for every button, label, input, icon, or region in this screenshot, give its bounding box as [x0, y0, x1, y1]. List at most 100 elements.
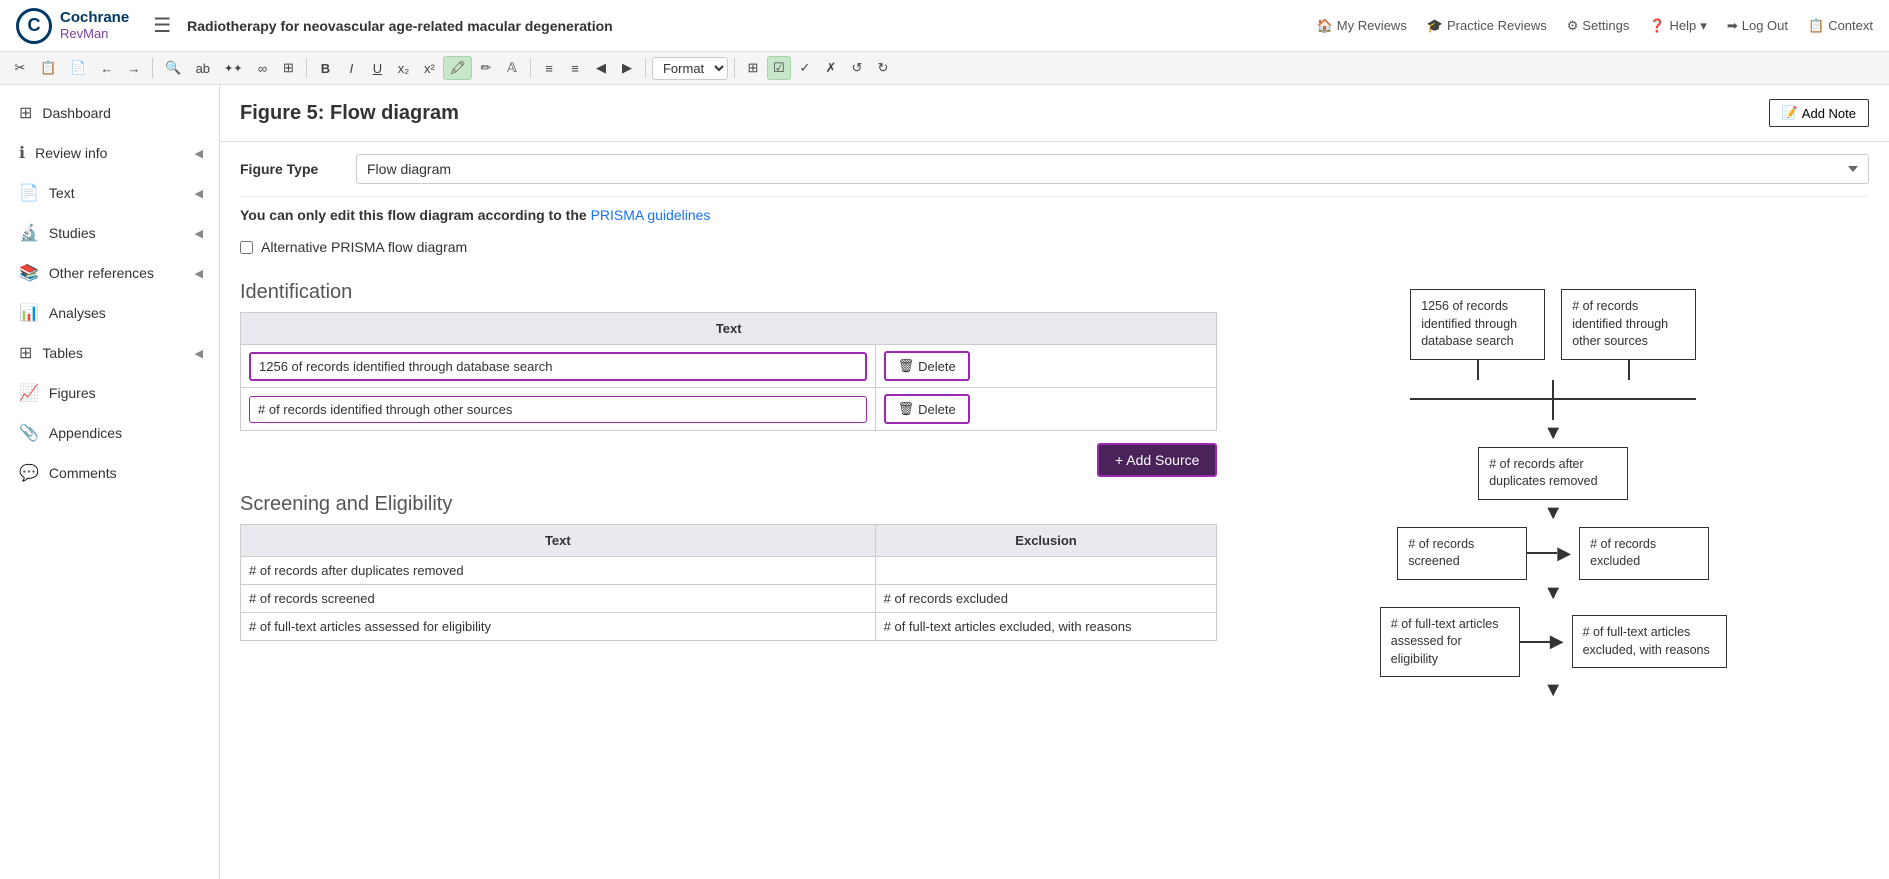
- toolbar-icon1[interactable]: ⊞: [741, 56, 765, 80]
- screen-text-header: Text: [241, 525, 876, 557]
- nav-my-reviews[interactable]: 🏠 My Reviews: [1317, 18, 1407, 34]
- toolbar-icon5[interactable]: ↺: [845, 56, 869, 80]
- toolbar-cut[interactable]: ✂: [8, 56, 32, 80]
- id-row1-delete-button[interactable]: 🗑 Delete: [884, 351, 970, 381]
- arrow-to-dup: ▼: [1237, 422, 1869, 445]
- screen-row2-text: # of records screened: [241, 585, 876, 613]
- toolbar-sep5: [734, 58, 735, 78]
- review-title: Radiotherapy for neovascular age-related…: [187, 18, 1316, 34]
- toolbar-list-ul[interactable]: ≡: [537, 57, 561, 80]
- nav-logout[interactable]: ➡ Log Out: [1727, 18, 1788, 34]
- diagram-area: 1256 of records identified through datab…: [1237, 269, 1869, 724]
- sidebar-item-other-refs[interactable]: 📚 Other references ◀: [0, 253, 219, 293]
- toolbar-superscript[interactable]: x²: [417, 57, 441, 80]
- toolbar-icon2[interactable]: ☑: [767, 56, 791, 80]
- toolbar-underline[interactable]: U: [365, 57, 389, 80]
- toolbar-clear[interactable]: 𝔸: [500, 56, 524, 80]
- sidebar-item-text[interactable]: 📄 Text ◀: [0, 173, 219, 213]
- figure-type-select[interactable]: Flow diagram: [356, 154, 1869, 184]
- logo-area: C Cochrane RevMan: [16, 8, 129, 44]
- toolbar-sep3: [530, 58, 531, 78]
- table-row: 🗑 Delete: [241, 388, 1217, 431]
- sidebar-item-review-info[interactable]: ℹ Review info ◀: [0, 133, 219, 173]
- nav-links: 🏠 My Reviews 🎓 Practice Reviews ⚙ Settin…: [1317, 18, 1873, 34]
- toolbar-special[interactable]: ∞: [250, 57, 274, 80]
- toolbar-highlight[interactable]: 🖍: [443, 56, 472, 80]
- studies-icon: 🔬: [19, 223, 39, 243]
- toolbar-icon4[interactable]: ✗: [819, 56, 843, 80]
- add-source-row: + Add Source: [240, 439, 1217, 481]
- toolbar-bold[interactable]: B: [313, 57, 337, 80]
- figure-type-label: Figure Type: [240, 161, 340, 177]
- id-text-header: Text: [241, 313, 1217, 345]
- nav-settings[interactable]: ⚙ Settings: [1567, 18, 1630, 34]
- prisma-link[interactable]: PRISMA guidelines: [591, 207, 711, 223]
- sidebar-label-studies: Studies: [49, 225, 96, 241]
- toolbar-color[interactable]: ✏: [474, 56, 498, 80]
- flow-screen-box: # of records screened: [1397, 527, 1527, 580]
- flow-id-box2: # of records identified through other so…: [1561, 289, 1696, 360]
- sidebar-item-studies[interactable]: 🔬 Studies ◀: [0, 213, 219, 253]
- toolbar-findreplace[interactable]: ab: [190, 57, 216, 80]
- toolbar-redo[interactable]: →: [121, 57, 146, 80]
- logo-text: Cochrane RevMan: [60, 10, 129, 41]
- sidebar-item-analyses[interactable]: 📊 Analyses: [0, 293, 219, 333]
- toolbar-indent-out[interactable]: ◀: [589, 56, 613, 80]
- add-note-button[interactable]: 📝 Add Note: [1769, 99, 1869, 127]
- table-row: 🗑 Delete: [241, 345, 1217, 388]
- id-row2-input[interactable]: [249, 396, 867, 423]
- screening-table: Text Exclusion # of records after duplic…: [240, 524, 1217, 641]
- toolbar-italic[interactable]: I: [339, 57, 363, 80]
- toolbar-format-select[interactable]: Format: [652, 57, 728, 80]
- review-info-arrow: ◀: [195, 147, 203, 160]
- appendices-icon: 📎: [19, 423, 39, 443]
- flow-dup-box: # of records after duplicates removed: [1478, 447, 1628, 500]
- toolbar-list-ol[interactable]: ≡: [563, 57, 587, 80]
- toolbar-undo[interactable]: ←: [94, 57, 119, 80]
- screen-row3-excl: # of full-text articles excluded, with r…: [875, 613, 1217, 641]
- sidebar-label-analyses: Analyses: [49, 305, 106, 321]
- alt-prisma-label: Alternative PRISMA flow diagram: [261, 239, 467, 255]
- sidebar-item-comments[interactable]: 💬 Comments: [0, 453, 219, 493]
- toolbar-track[interactable]: ✦✦: [218, 58, 248, 79]
- top-nav: C Cochrane RevMan ☰ Radiotherapy for neo…: [0, 0, 1889, 52]
- screen-row2-excl: # of records excluded: [875, 585, 1217, 613]
- sidebar: ⊞ Dashboard ℹ Review info ◀ 📄 Text ◀ 🔬 S…: [0, 85, 220, 879]
- nav-practice-reviews[interactable]: 🎓 Practice Reviews: [1427, 18, 1547, 34]
- toolbar-paste[interactable]: 📄: [64, 56, 92, 80]
- toolbar-indent-in[interactable]: ▶: [615, 56, 639, 80]
- hamburger-button[interactable]: ☰: [153, 13, 171, 38]
- screen-row1-text: # of records after duplicates removed: [241, 557, 876, 585]
- tables-icon: ⊞: [19, 343, 32, 363]
- comments-icon: 💬: [19, 463, 39, 483]
- sidebar-item-tables[interactable]: ⊞ Tables ◀: [0, 333, 219, 373]
- toolbar-table[interactable]: ⊞: [276, 56, 300, 80]
- toolbar-find[interactable]: 🔍: [159, 56, 187, 80]
- id-row2-delete-button[interactable]: 🗑 Delete: [884, 394, 970, 424]
- id-row1-input[interactable]: [249, 352, 867, 381]
- main-layout: ⊞ Dashboard ℹ Review info ◀ 📄 Text ◀ 🔬 S…: [0, 85, 1889, 879]
- nav-context[interactable]: 📋 Context: [1808, 18, 1873, 34]
- table-row: # of records screened # of records exclu…: [241, 585, 1217, 613]
- logo-revman: RevMan: [60, 27, 129, 41]
- toolbar: ✂ 📋 📄 ← → 🔍 ab ✦✦ ∞ ⊞ B I U x₂ x² 🖍 ✏ 𝔸 …: [0, 52, 1889, 85]
- toolbar-sep1: [152, 58, 153, 78]
- analyses-icon: 📊: [19, 303, 39, 323]
- toolbar-icon6[interactable]: ↻: [871, 56, 895, 80]
- toolbar-icon3[interactable]: ✓: [793, 56, 817, 80]
- toolbar-subscript[interactable]: x₂: [391, 57, 415, 80]
- table-row: # of records after duplicates removed: [241, 557, 1217, 585]
- sidebar-item-appendices[interactable]: 📎 Appendices: [0, 413, 219, 453]
- add-source-button[interactable]: + Add Source: [1097, 443, 1217, 477]
- screening-title: Screening and Eligibility: [240, 493, 1217, 516]
- tables-arrow: ◀: [195, 347, 203, 360]
- screen-row1-excl: [875, 557, 1217, 585]
- toolbar-copy[interactable]: 📋: [34, 56, 62, 80]
- alt-prisma-checkbox[interactable]: [240, 241, 253, 254]
- sidebar-item-dashboard[interactable]: ⊞ Dashboard: [0, 93, 219, 133]
- id-row1-text-cell: [241, 345, 876, 388]
- sidebar-item-figures[interactable]: 📈 Figures: [0, 373, 219, 413]
- nav-help[interactable]: ❓ Help ▾: [1649, 18, 1706, 34]
- figures-icon: 📈: [19, 383, 39, 403]
- toolbar-sep4: [645, 58, 646, 78]
